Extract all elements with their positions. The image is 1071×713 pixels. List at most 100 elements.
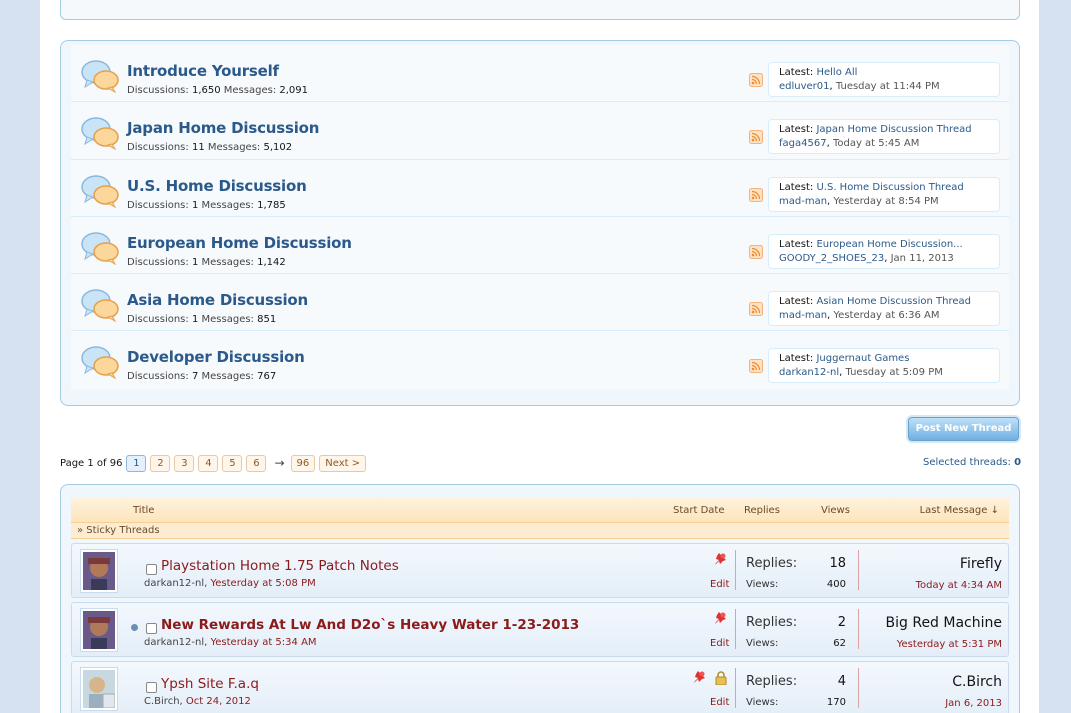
discussions-label: Discussions:: [127, 314, 189, 326]
page-link-last[interactable]: 96: [290, 454, 316, 472]
discussions-label: Discussions:: [127, 85, 189, 96]
forum-title-link[interactable]: U.S. Home Discussion: [127, 177, 307, 195]
thread-start-date-link[interactable]: Yesterday at 5:08 PM: [210, 578, 315, 589]
latest-label: Latest:: [779, 124, 814, 136]
sort-by-start-date[interactable]: Start Date: [673, 505, 725, 516]
forum-title-link[interactable]: Developer Discussion: [127, 348, 305, 366]
page-link[interactable]: 3: [174, 454, 195, 472]
forum-stats: Discussions: 11 Messages: 5,102: [127, 142, 292, 153]
latest-user-link[interactable]: edluver01: [779, 81, 830, 92]
forum-speech-bubbles-icon: [81, 117, 119, 151]
discussions-count: 1: [191, 314, 199, 326]
discussions-count: 11: [191, 142, 205, 154]
views-count: 170: [826, 697, 846, 708]
latest-thread-link[interactable]: Hello All: [816, 67, 857, 78]
rss-feed-icon[interactable]: [749, 244, 763, 259]
forum-speech-bubbles-icon: [81, 289, 119, 323]
page-jump-arrow-icon[interactable]: →: [274, 456, 284, 470]
thread-title-link[interactable]: Playstation Home 1.75 Patch Notes: [161, 558, 399, 574]
views-label: Views:: [746, 579, 779, 590]
post-new-thread-button[interactable]: Post New Thread: [908, 417, 1019, 441]
thread-start-date-link[interactable]: Yesterday at 5:34 AM: [210, 637, 316, 648]
latest-user-link[interactable]: mad-man: [779, 196, 827, 207]
last-message-date-link[interactable]: Yesterday at 5:31 PM: [897, 639, 1002, 650]
thread-author-link[interactable]: darkan12-nl: [144, 637, 204, 648]
thread-title-link[interactable]: Ypsh Site F.a.q: [161, 676, 259, 692]
thread-start-date-link[interactable]: Oct 24, 2012: [186, 696, 251, 707]
latest-user-link[interactable]: faga4567: [779, 138, 827, 149]
thread-row: Playstation Home 1.75 Patch Notes darkan…: [71, 543, 1009, 598]
avatar[interactable]: [80, 549, 118, 593]
thread-select-checkbox[interactable]: [146, 682, 157, 693]
next-page-button[interactable]: Next >: [319, 454, 367, 472]
forum-title-link[interactable]: Introduce Yourself: [127, 62, 279, 80]
latest-time: Tuesday at 11:44 PM: [835, 81, 940, 92]
messages-count: 1,785: [257, 199, 286, 211]
unread-indicator-icon[interactable]: [131, 624, 138, 631]
last-message-user-link[interactable]: Firefly: [960, 556, 1002, 572]
replies-label: Replies:: [746, 556, 798, 571]
thread-edit-link[interactable]: Edit: [710, 697, 729, 708]
sort-by-replies[interactable]: Replies: [744, 505, 780, 516]
rss-feed-icon[interactable]: [749, 359, 763, 374]
rss-feed-icon[interactable]: [749, 130, 763, 145]
page-link[interactable]: 2: [150, 454, 171, 472]
discussions-label: Discussions:: [127, 371, 189, 383]
selected-threads-link[interactable]: Selected threads: 0: [923, 457, 1021, 468]
page-link[interactable]: 6: [246, 454, 267, 472]
thread-meta: C.Birch, Oct 24, 2012: [144, 696, 251, 707]
discussions-count: 1,650: [191, 85, 221, 96]
replies-label: Replies:: [746, 674, 798, 689]
sort-by-title[interactable]: Title: [133, 505, 154, 516]
page-link[interactable]: 4: [198, 454, 219, 472]
last-message-user-link[interactable]: Big Red Machine: [886, 615, 1002, 631]
last-message-date-link[interactable]: Today at 4:34 AM: [916, 580, 1002, 591]
forum-row: Introduce Yourself Discussions: 1,650 Me…: [71, 45, 1009, 103]
column-divider: [858, 609, 859, 649]
latest-user-link[interactable]: mad-man: [779, 310, 827, 321]
latest-thread-link[interactable]: European Home Discussion...: [816, 239, 962, 250]
messages-count: 1,142: [257, 256, 286, 268]
latest-label: Latest:: [779, 67, 814, 78]
sticky-threads-heading: » Sticky Threads: [71, 523, 1009, 539]
thread-edit-link[interactable]: Edit: [710, 579, 729, 590]
latest-thread-link[interactable]: Juggernaut Games: [816, 353, 909, 364]
rss-feed-icon[interactable]: [749, 187, 763, 202]
thread-select-checkbox[interactable]: [146, 564, 157, 575]
latest-thread-link[interactable]: U.S. Home Discussion Thread: [816, 182, 963, 193]
replies-label: Replies:: [746, 615, 798, 630]
forum-title-link[interactable]: Japan Home Discussion: [127, 119, 319, 137]
forum-list: Introduce Yourself Discussions: 1,650 Me…: [60, 40, 1020, 406]
messages-count: 2,091: [279, 85, 309, 96]
latest-user-link[interactable]: darkan12-nl: [779, 367, 839, 378]
messages-count: 767: [257, 371, 277, 383]
forum-title-link[interactable]: Asia Home Discussion: [127, 291, 308, 309]
sort-by-last-message[interactable]: Last Message ↓: [920, 505, 999, 516]
forum-title-link[interactable]: European Home Discussion: [127, 234, 352, 252]
page-link-current[interactable]: 1: [126, 454, 147, 472]
messages-label: Messages:: [207, 142, 261, 154]
avatar[interactable]: [80, 608, 118, 652]
latest-user-link[interactable]: GOODY_2_SHOES_23: [779, 253, 884, 264]
latest-label: Latest:: [779, 296, 814, 308]
latest-thread-link[interactable]: Asian Home Discussion Thread: [816, 296, 971, 307]
thread-title-link[interactable]: New Rewards At Lw And D2o`s Heavy Water …: [161, 617, 579, 633]
latest-post-box: Latest: Asian Home Discussion Thread mad…: [768, 291, 1000, 327]
latest-thread-link[interactable]: Japan Home Discussion Thread: [816, 124, 971, 135]
rss-feed-icon[interactable]: [749, 73, 763, 87]
thread-edit-link[interactable]: Edit: [710, 638, 729, 649]
rss-feed-icon[interactable]: [749, 302, 763, 317]
last-message-date-link[interactable]: Jan 6, 2013: [945, 698, 1002, 709]
page-navigation: Page 1 of 96 1 2 3 4 5 6 → 96 Next >: [60, 454, 370, 472]
discussions-count: 1: [191, 256, 199, 268]
last-message-user-link[interactable]: C.Birch: [952, 674, 1002, 690]
sticky-pin-icon: [694, 671, 705, 683]
thread-select-checkbox[interactable]: [146, 623, 157, 634]
column-divider: [858, 668, 859, 708]
thread-author-link[interactable]: darkan12-nl: [144, 578, 204, 589]
page-link[interactable]: 5: [222, 454, 243, 472]
sort-by-views[interactable]: Views: [821, 505, 850, 516]
thread-author-link[interactable]: C.Birch: [144, 696, 180, 707]
avatar[interactable]: [80, 667, 118, 711]
latest-post-box: Latest: U.S. Home Discussion Thread mad-…: [768, 176, 1000, 212]
